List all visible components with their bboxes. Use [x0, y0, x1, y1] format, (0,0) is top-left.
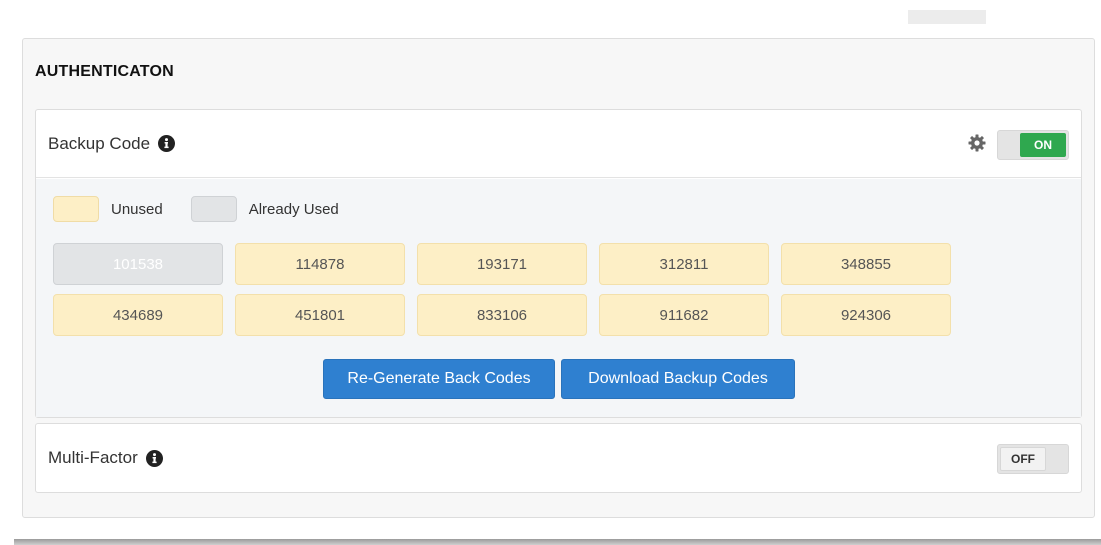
backup-code: 434689 [53, 294, 223, 336]
bottom-divider [14, 539, 1101, 545]
gear-icon[interactable] [968, 134, 986, 152]
info-circle-icon[interactable] [145, 449, 163, 467]
legend-used-swatch [190, 196, 237, 222]
backup-code: 911682 [599, 294, 769, 336]
backup-code-card: Backup Code ON Unused Already Used 10153… [35, 109, 1082, 418]
top-placeholder-bar [908, 10, 986, 24]
backup-code-toggle[interactable]: ON [997, 130, 1069, 160]
info-circle-icon[interactable] [158, 135, 176, 152]
multi-factor-toggle[interactable]: OFF [997, 444, 1069, 474]
backup-code-body: Unused Already Used 101538 114878 193171… [36, 179, 1081, 417]
authentication-panel: AUTHENTICATON Backup Code ON Unused Alre… [22, 38, 1095, 518]
backup-code: 833106 [417, 294, 587, 336]
multi-factor-toggle-label: OFF [1000, 447, 1046, 471]
multi-factor-title: Multi-Factor [48, 448, 138, 467]
multi-factor-card: Multi-Factor OFF [35, 423, 1082, 493]
backup-code-header: Backup Code [36, 110, 1081, 178]
backup-code: 312811 [599, 243, 769, 285]
backup-code: 101538 [53, 243, 223, 285]
download-codes-button[interactable]: Download Backup Codes [561, 359, 795, 399]
regenerate-codes-button[interactable]: Re-Generate Back Codes [323, 359, 555, 399]
backup-code: 924306 [781, 294, 951, 336]
backup-code-actions: Re-Generate Back Codes Download Backup C… [323, 359, 795, 399]
legend-unused-swatch [53, 196, 99, 222]
backup-code-toggle-label: ON [1020, 133, 1066, 157]
code-legend: Unused Already Used [53, 196, 339, 222]
backup-code: 193171 [417, 243, 587, 285]
backup-code-grid: 101538 114878 193171 312811 348855 43468… [53, 243, 951, 336]
section-title: AUTHENTICATON [35, 63, 174, 80]
backup-code: 114878 [235, 243, 405, 285]
multi-factor-header: Multi-Factor [36, 424, 1081, 492]
legend-used-label: Already Used [248, 200, 339, 218]
backup-code: 348855 [781, 243, 951, 285]
backup-code-title: Backup Code [48, 133, 151, 153]
backup-code: 451801 [235, 294, 405, 336]
legend-unused-label: Unused [111, 200, 163, 218]
